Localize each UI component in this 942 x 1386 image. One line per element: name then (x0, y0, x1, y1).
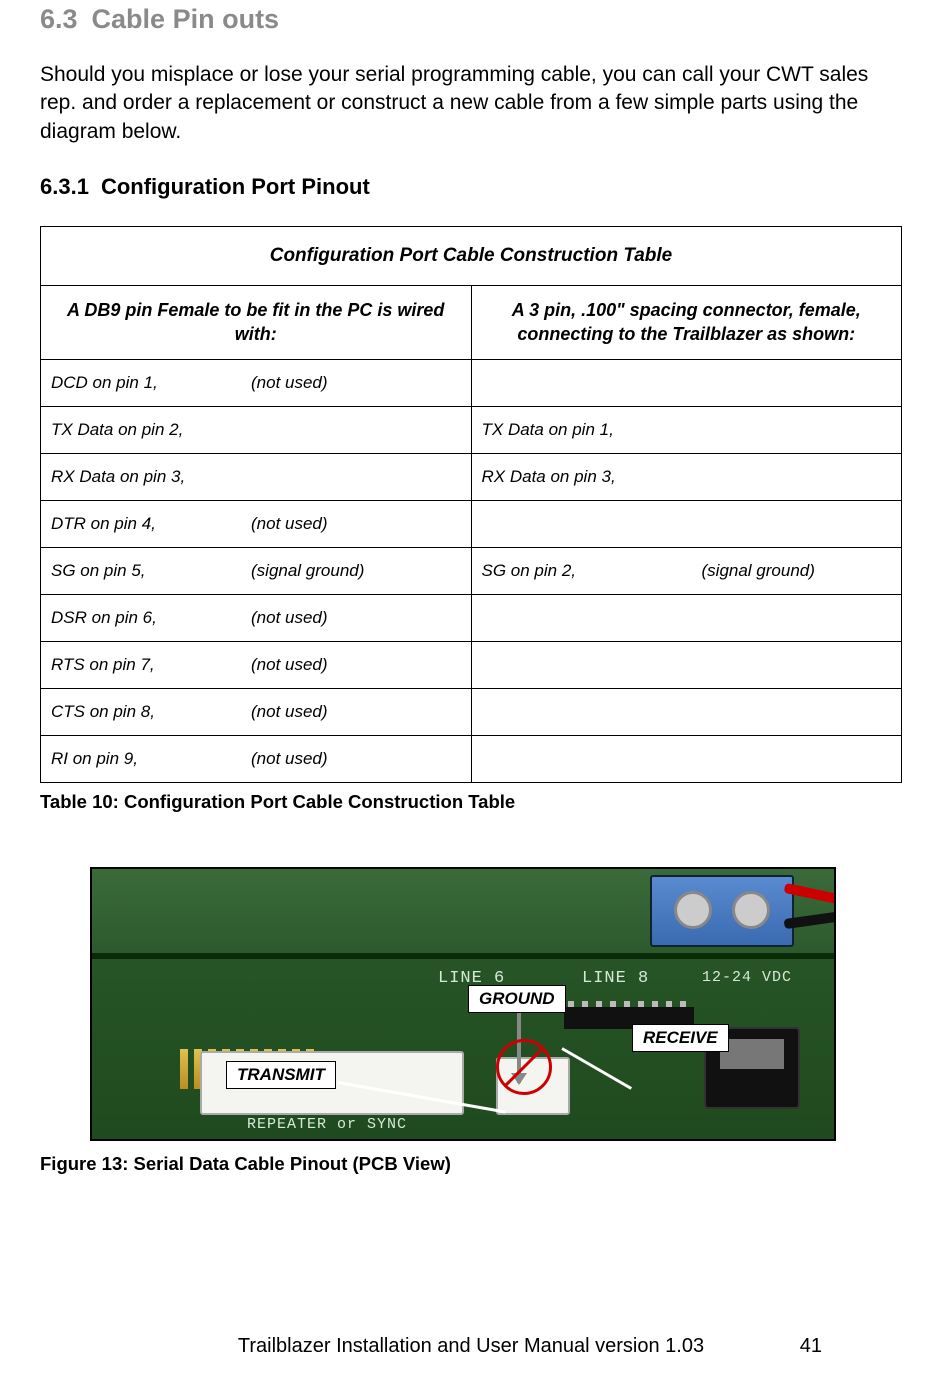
label-ground: GROUND (468, 985, 566, 1013)
page-number: 41 (800, 1335, 822, 1358)
cell-right-note (702, 467, 892, 487)
table-header-row: A DB9 pin Female to be fit in the PC is … (41, 286, 902, 360)
section-number: 6.3 (40, 4, 78, 34)
table-row: TX Data on pin 2, TX Data on pin 1, (41, 406, 902, 453)
table-cell-left: TX Data on pin 2, (41, 406, 472, 453)
cell-right-note (702, 420, 892, 440)
table-cell-left: DTR on pin 4,(not used) (41, 500, 472, 547)
page-footer: Trailblazer Installation and User Manual… (0, 1335, 942, 1358)
table-caption: Table 10: Configuration Port Cable Const… (40, 791, 902, 813)
cell-left-note: (not used) (251, 608, 461, 628)
subsection-title: Configuration Port Pinout (101, 174, 370, 199)
section-heading: 6.3 Cable Pin outs (40, 0, 902, 35)
table-cell-left: DCD on pin 1,(not used) (41, 359, 472, 406)
label-transmit: TRANSMIT (226, 1061, 336, 1089)
table-row: RX Data on pin 3, RX Data on pin 3, (41, 453, 902, 500)
table-col-right-header: A 3 pin, .100" spacing connector, female… (471, 286, 902, 360)
table-row: DTR on pin 4,(not used) (41, 500, 902, 547)
subsection-heading: 6.3.1 Configuration Port Pinout (40, 174, 902, 200)
table-cell-left: DSR on pin 6,(not used) (41, 594, 472, 641)
table-row: CTS on pin 8,(not used) (41, 688, 902, 735)
cell-left-main: DSR on pin 6, (51, 608, 251, 628)
table-cell-right (471, 735, 902, 782)
table-cell-right: SG on pin 2,(signal ground) (471, 547, 902, 594)
page: 6.3 Cable Pin outs Should you misplace or… (0, 0, 942, 1386)
table-col-left-header: A DB9 pin Female to be fit in the PC is … (41, 286, 472, 360)
table-cell-left: SG on pin 5,(signal ground) (41, 547, 472, 594)
footer-text: Trailblazer Installation and User Manual… (238, 1335, 704, 1357)
cell-left-main: RTS on pin 7, (51, 655, 251, 675)
subsection-number: 6.3.1 (40, 174, 89, 199)
table-row: DSR on pin 6,(not used) (41, 594, 902, 641)
no-entry-icon (496, 1039, 552, 1095)
table-title-row: Configuration Port Cable Construction Ta… (41, 227, 902, 286)
cell-left-note: (not used) (251, 702, 461, 722)
cell-left-main: SG on pin 5, (51, 561, 251, 581)
cell-right-note: (signal ground) (702, 561, 892, 581)
figure-caption: Figure 13: Serial Data Cable Pinout (PCB… (40, 1153, 902, 1175)
table-cell-right (471, 641, 902, 688)
table-cell-right: TX Data on pin 1, (471, 406, 902, 453)
cell-right-main: SG on pin 2, (482, 561, 702, 581)
table-cell-left: RX Data on pin 3, (41, 453, 472, 500)
line-receive (561, 1047, 632, 1090)
table-cell-right: RX Data on pin 3, (471, 453, 902, 500)
table-cell-left: RTS on pin 7,(not used) (41, 641, 472, 688)
table-cell-left: CTS on pin 8,(not used) (41, 688, 472, 735)
silk-line-8: LINE 8 (582, 969, 649, 988)
table-row: RTS on pin 7,(not used) (41, 641, 902, 688)
label-receive: RECEIVE (632, 1024, 729, 1052)
cell-left-note (251, 467, 461, 487)
cell-left-main: RI on pin 9, (51, 749, 251, 769)
table-cell-left: RI on pin 9,(not used) (41, 735, 472, 782)
pinout-table: Configuration Port Cable Construction Ta… (40, 226, 902, 783)
cell-left-main: RX Data on pin 3, (51, 467, 251, 487)
cell-left-note: (not used) (251, 655, 461, 675)
intro-paragraph: Should you misplace or lose your serial … (40, 61, 902, 146)
figure: LINE 6 LINE 8 12-24 VDC REPEATER or SYNC… (90, 867, 832, 1141)
cell-left-main: DCD on pin 1, (51, 373, 251, 393)
cell-right-main: TX Data on pin 1, (482, 420, 702, 440)
table-row: DCD on pin 1,(not used) (41, 359, 902, 406)
cell-left-note: (not used) (251, 749, 461, 769)
silk-vdc: 12-24 VDC (702, 969, 792, 986)
cell-left-note: (not used) (251, 373, 461, 393)
cell-left-note: (not used) (251, 514, 461, 534)
terminal-block (650, 875, 794, 947)
table-row: SG on pin 5,(signal ground)SG on pin 2,(… (41, 547, 902, 594)
cell-left-note (251, 420, 461, 440)
cell-left-main: DTR on pin 4, (51, 514, 251, 534)
table-cell-right (471, 500, 902, 547)
cell-left-note: (signal ground) (251, 561, 461, 581)
pcb-image: LINE 6 LINE 8 12-24 VDC REPEATER or SYNC… (90, 867, 836, 1141)
cell-left-main: TX Data on pin 2, (51, 420, 251, 440)
silk-repeater: REPEATER or SYNC (247, 1116, 407, 1133)
table-cell-right (471, 359, 902, 406)
table-row: RI on pin 9,(not used) (41, 735, 902, 782)
table-cell-right (471, 594, 902, 641)
table-cell-right (471, 688, 902, 735)
table-title: Configuration Port Cable Construction Ta… (41, 227, 902, 286)
cell-right-main: RX Data on pin 3, (482, 467, 702, 487)
section-title: Cable Pin outs (92, 4, 280, 34)
cell-left-main: CTS on pin 8, (51, 702, 251, 722)
